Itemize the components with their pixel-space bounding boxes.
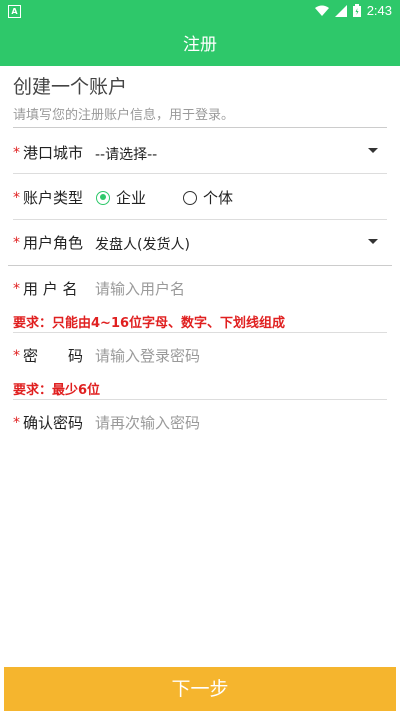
radio-checked-icon	[96, 190, 110, 205]
section-divider	[8, 265, 392, 266]
password-label: 密 码	[23, 347, 84, 365]
row-divider	[13, 219, 387, 220]
username-row: * 用 户 名	[13, 278, 78, 299]
required-mark: *	[13, 144, 20, 161]
clock: 2:43	[366, 3, 392, 18]
radio-enterprise-label: 企业	[116, 189, 147, 207]
password-row: * 密 码	[13, 345, 83, 366]
user-role-label: 用户角色	[23, 234, 84, 252]
username-input[interactable]: 请输入用户名	[95, 278, 185, 299]
radio-individual-label: 个体	[203, 189, 234, 207]
required-mark: *	[13, 189, 20, 206]
account-type-label: 账户类型	[23, 189, 84, 207]
app-title-bar: 注册	[0, 24, 400, 66]
confirm-password-input[interactable]: 请再次输入密码	[95, 412, 200, 433]
dropdown-arrow-icon[interactable]	[368, 239, 378, 244]
row-divider	[13, 173, 387, 174]
port-city-row: * 港口城市	[13, 142, 83, 163]
status-bar: A 2:43	[0, 0, 400, 24]
intro-divider	[13, 127, 387, 128]
radio-enterprise[interactable]: 企业	[96, 187, 146, 208]
username-hint: 要求：只能由4~16位字母、数字、下划线组成	[13, 316, 286, 331]
signal-icon	[334, 4, 347, 17]
dropdown-arrow-icon[interactable]	[368, 148, 378, 153]
page-header-title: 注册	[183, 35, 217, 55]
page-subtitle: 请填写您的注册账户信息，用于登录。	[13, 108, 235, 123]
account-type-row: * 账户类型	[13, 187, 83, 208]
radio-unchecked-icon	[183, 190, 197, 205]
required-mark: *	[13, 414, 20, 431]
confirm-password-label: 确认密码	[23, 414, 84, 432]
page-title: 创建一个账户	[13, 76, 128, 98]
battery-icon	[352, 4, 361, 17]
wifi-icon	[314, 5, 329, 16]
notification-icon: A	[8, 5, 21, 18]
required-mark: *	[13, 280, 20, 297]
radio-individual[interactable]: 个体	[183, 187, 233, 208]
port-city-label: 港口城市	[23, 144, 84, 162]
port-city-select[interactable]: --请选择--	[95, 144, 157, 164]
status-icons: 2:43	[314, 3, 392, 18]
user-role-row: * 用户角色	[13, 232, 83, 253]
password-hint: 要求：最少6位	[13, 383, 101, 398]
required-mark: *	[13, 347, 20, 364]
password-input[interactable]: 请输入登录密码	[95, 345, 200, 366]
username-label: 用 户 名	[23, 280, 78, 298]
row-divider	[13, 399, 387, 400]
confirm-password-row: * 确认密码	[13, 412, 83, 433]
required-mark: *	[13, 234, 20, 251]
next-step-button[interactable]: 下一步	[4, 667, 396, 711]
user-role-select[interactable]: 发盘人(发货人)	[95, 234, 190, 254]
row-divider	[13, 332, 387, 333]
